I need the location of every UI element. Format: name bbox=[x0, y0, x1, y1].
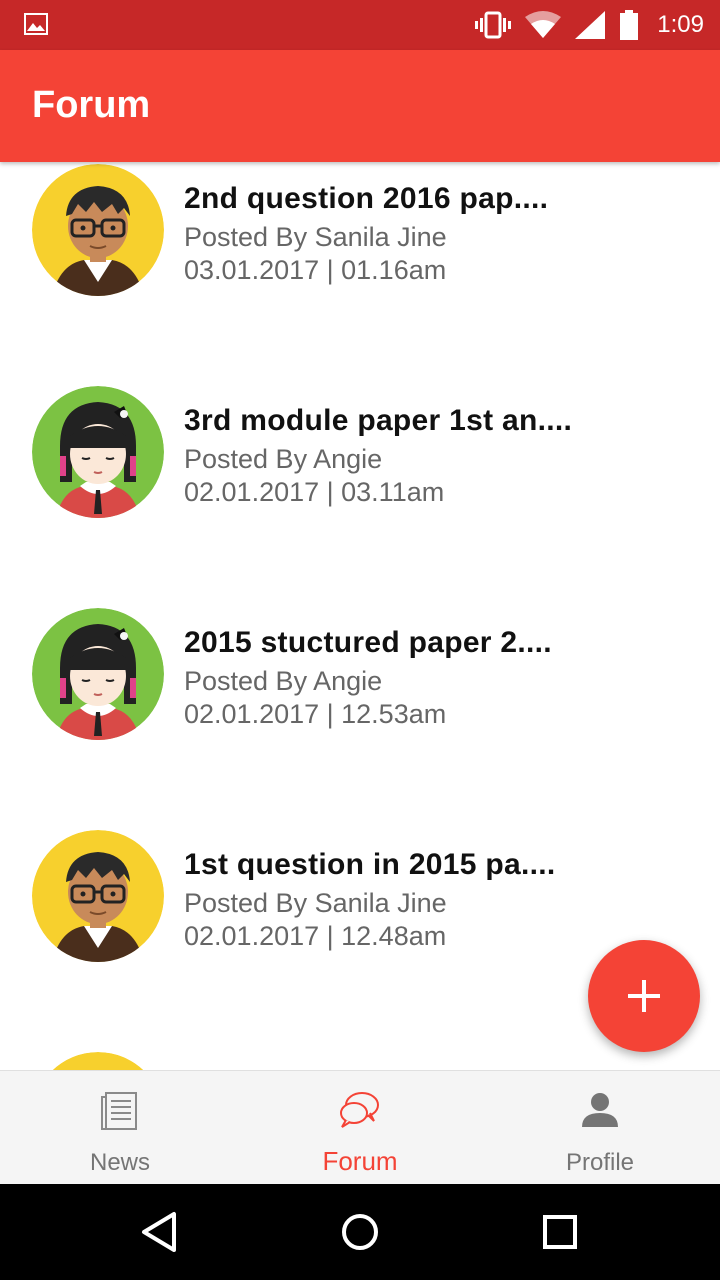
post-date: 03.01.2017 | 01.16am bbox=[184, 255, 447, 285]
back-icon[interactable] bbox=[136, 1208, 184, 1256]
post-item[interactable]: 2nd question 2016 pap.... Posted By Sani… bbox=[0, 162, 720, 384]
battery-icon bbox=[620, 10, 639, 40]
status-bar: 1:09 bbox=[0, 0, 720, 50]
profile-icon bbox=[582, 1093, 618, 1127]
post-author: Posted By Angie bbox=[184, 666, 383, 696]
wifi-icon bbox=[525, 11, 562, 38]
status-time: 1:09 bbox=[657, 11, 704, 38]
tab-label: News bbox=[89, 1149, 150, 1176]
plus-icon bbox=[628, 980, 660, 1012]
home-icon[interactable] bbox=[336, 1208, 384, 1256]
post-author: Posted By Angie bbox=[184, 444, 383, 474]
signal-icon bbox=[575, 11, 606, 39]
post-date: 02.01.2017 | 03.11am bbox=[184, 477, 445, 507]
image-icon bbox=[24, 13, 48, 35]
post-date: 02.01.2017 | 12.53am bbox=[184, 699, 447, 729]
forum-icon bbox=[340, 1092, 379, 1128]
tab-news[interactable]: News bbox=[0, 1071, 240, 1185]
post-texts: 3rd module paper 1st an.... Posted By An… bbox=[184, 404, 572, 508]
post-texts: 1st question in 2015 pa.... Posted By Sa… bbox=[184, 848, 556, 952]
post-title: 2nd question 2016 pap.... bbox=[184, 182, 549, 215]
boy-avatar bbox=[32, 164, 164, 296]
post-item[interactable]: 3rd module paper 1st an.... Posted By An… bbox=[0, 384, 720, 606]
tab-profile[interactable]: Profile bbox=[480, 1071, 720, 1185]
post-title: 2015 stuctured paper 2.... bbox=[184, 626, 552, 659]
post-item[interactable]: 2015 stuctured paper 2.... Posted By Ang… bbox=[0, 606, 720, 828]
system-nav-bar bbox=[0, 1184, 720, 1280]
post-title: 3rd module paper 1st an.... bbox=[184, 404, 573, 437]
post-author: Posted By Sanila Jine bbox=[184, 222, 447, 252]
recents-icon[interactable] bbox=[536, 1208, 584, 1256]
bottom-nav: News Forum Profile bbox=[0, 1070, 720, 1184]
post-date: 02.01.2017 | 12.48am bbox=[184, 921, 447, 951]
post-texts: 2nd question 2016 pap.... Posted By Sani… bbox=[184, 182, 548, 286]
post-item[interactable] bbox=[0, 1050, 720, 1070]
boy-avatar bbox=[32, 1052, 164, 1070]
vibrate-icon bbox=[475, 11, 512, 39]
tab-label: Profile bbox=[565, 1149, 635, 1176]
screen: 1:09 Forum 2nd question 2016 pap.... Pos… bbox=[0, 0, 720, 1280]
add-post-button[interactable] bbox=[588, 940, 700, 1052]
page-title: Forum bbox=[32, 84, 151, 126]
post-texts: 2015 stuctured paper 2.... Posted By Ang… bbox=[184, 626, 552, 730]
girl-avatar bbox=[32, 386, 164, 518]
news-icon bbox=[101, 1092, 137, 1130]
tab-label: Forum bbox=[322, 1146, 398, 1176]
tab-forum[interactable]: Forum bbox=[240, 1071, 480, 1185]
girl-avatar bbox=[32, 608, 164, 740]
app-bar: Forum bbox=[0, 50, 720, 162]
post-list[interactable]: 2nd question 2016 pap.... Posted By Sani… bbox=[0, 162, 720, 1070]
boy-avatar bbox=[32, 830, 164, 962]
post-author: Posted By Sanila Jine bbox=[184, 888, 447, 918]
post-title: 1st question in 2015 pa.... bbox=[184, 848, 556, 881]
